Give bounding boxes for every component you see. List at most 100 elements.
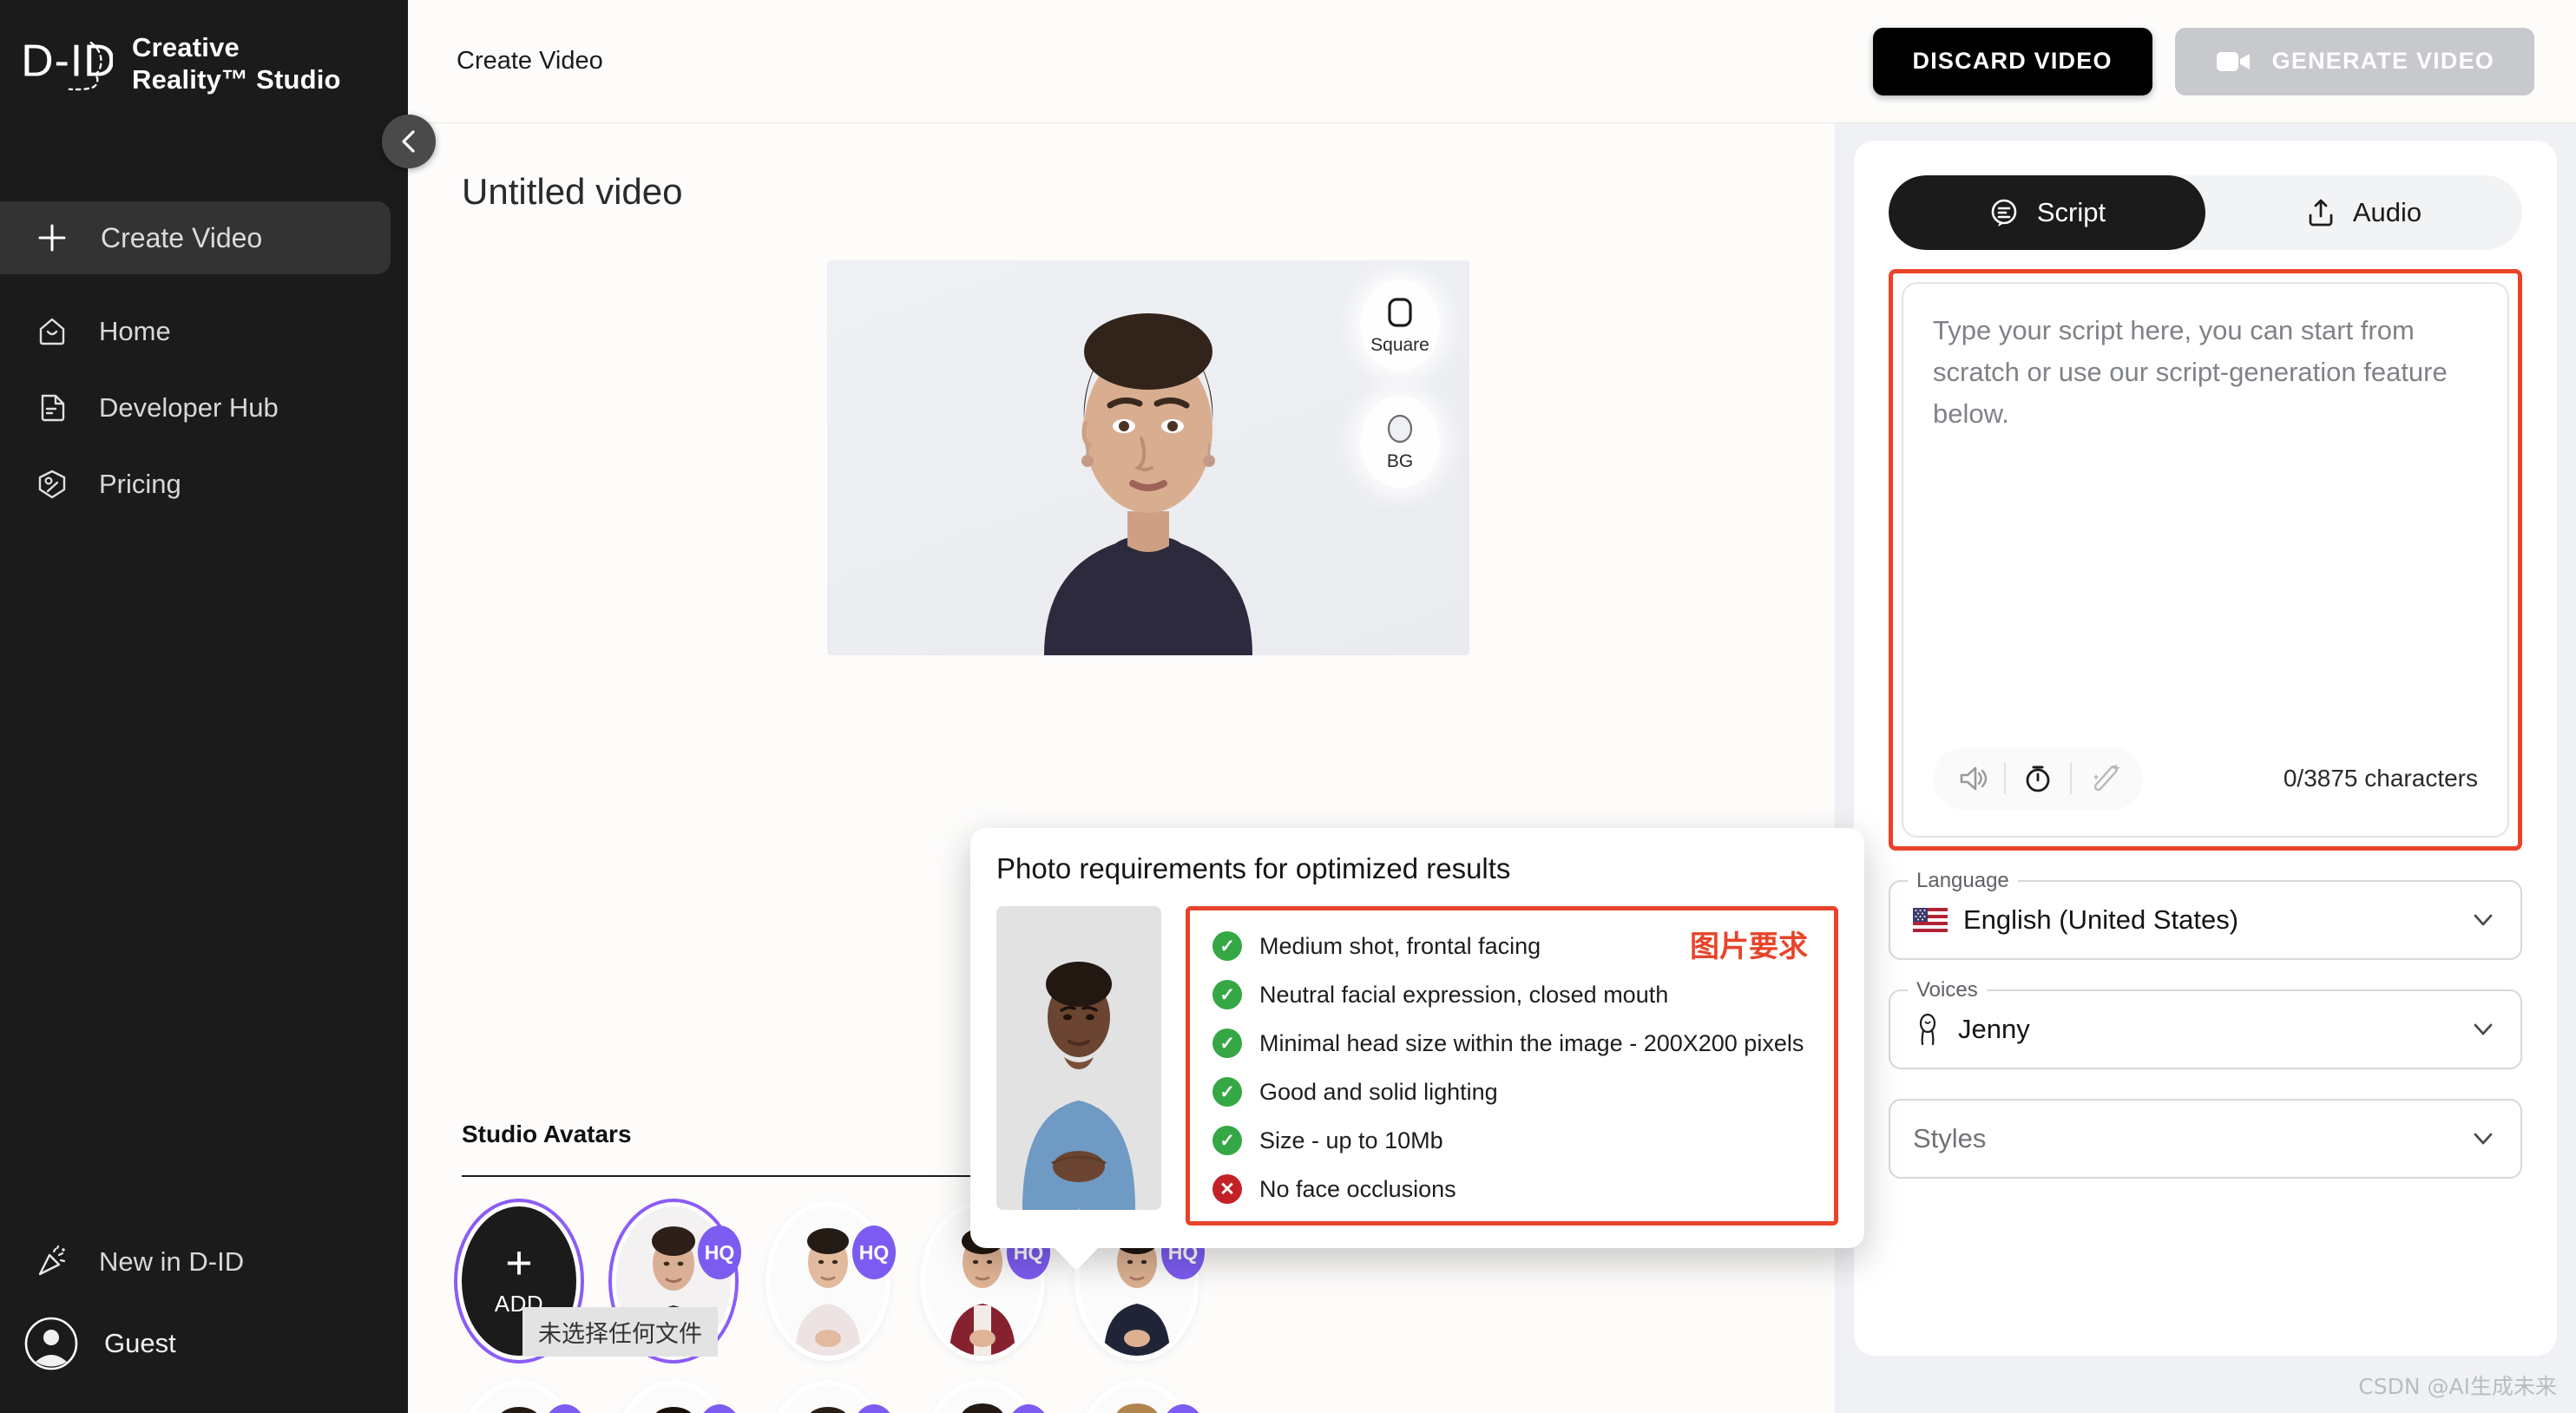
avatar-item[interactable]: HQ bbox=[771, 1385, 885, 1413]
breadcrumb: Create Video bbox=[457, 47, 603, 76]
cross-icon: ✕ bbox=[1212, 1174, 1242, 1204]
language-select[interactable]: Language English (United States) bbox=[1889, 880, 2522, 960]
aspect-ratio-square-button[interactable]: Square bbox=[1360, 279, 1440, 371]
topbar-actions: DISCARD VIDEO GENERATE VIDEO bbox=[1873, 28, 2534, 95]
tab-audio-label: Audio bbox=[2353, 197, 2422, 228]
tab-script-label: Script bbox=[2037, 197, 2106, 228]
did-logo-icon: D-ID bbox=[19, 24, 113, 104]
add-avatar-cell: + ADD 未选择任何文件 bbox=[462, 1206, 576, 1356]
check-icon: ✓ bbox=[1212, 931, 1242, 961]
document-icon bbox=[33, 389, 71, 427]
avatar-tab-studio[interactable]: Studio Avatars bbox=[462, 1121, 632, 1148]
chevron-down-icon bbox=[2468, 1124, 2498, 1153]
sidebar-item-home[interactable]: Home bbox=[0, 293, 408, 370]
sidebar-item-developer-hub[interactable]: Developer Hub bbox=[0, 370, 408, 446]
requirement-item: ✕ No face occlusions bbox=[1212, 1174, 1815, 1204]
stopwatch-icon[interactable] bbox=[2006, 747, 2070, 810]
script-placeholder: Type your script here, you can start fro… bbox=[1933, 310, 2478, 435]
photo-requirements-title: Photo requirements for optimized results bbox=[996, 852, 1838, 885]
avatar-icon bbox=[24, 1317, 78, 1370]
voices-select[interactable]: Voices Jenny bbox=[1889, 989, 2522, 1069]
voices-label: Jenny bbox=[1958, 1014, 2030, 1045]
avatar-item[interactable]: HQ bbox=[1080, 1385, 1194, 1413]
file-upload-tooltip: 未选择任何文件 bbox=[522, 1307, 718, 1357]
confetti-icon bbox=[33, 1243, 71, 1281]
requirement-item: ✓ Size - up to 10Mb bbox=[1212, 1126, 1815, 1155]
content: Untitled video bbox=[408, 123, 2576, 1413]
home-icon bbox=[33, 312, 71, 351]
voices-value: Jenny bbox=[1913, 1013, 2030, 1046]
hq-badge: HQ bbox=[698, 1226, 741, 1279]
check-icon: ✓ bbox=[1212, 1029, 1242, 1058]
sidebar-bottom: New in D-ID Guest bbox=[0, 1224, 408, 1413]
sidebar-item-guest[interactable]: Guest bbox=[0, 1300, 408, 1387]
discard-video-button[interactable]: DISCARD VIDEO bbox=[1873, 28, 2152, 95]
photo-requirements-popover: Photo requirements for optimized results bbox=[970, 828, 1864, 1248]
chat-bubble-icon bbox=[1988, 197, 2020, 228]
preview-side-tools: Square BG bbox=[1360, 279, 1440, 488]
styles-select[interactable]: Styles bbox=[1889, 1099, 2522, 1179]
create-video-button[interactable]: Create Video bbox=[0, 201, 391, 274]
requirement-item: ✓ Minimal head size within the image - 2… bbox=[1212, 1029, 1815, 1058]
script-toolbar bbox=[1933, 747, 2143, 810]
top-bar: Create Video DISCARD VIDEO GENERATE VIDE… bbox=[408, 0, 2576, 123]
brand: D-ID Creative Reality™ Studio bbox=[0, 0, 408, 104]
right-panel: Script Audio Type your script here, you … bbox=[1835, 123, 2576, 1413]
main-area: Create Video DISCARD VIDEO GENERATE VIDE… bbox=[408, 0, 2576, 1413]
sidebar-item-pricing[interactable]: Pricing bbox=[0, 446, 408, 522]
language-label: English (United States) bbox=[1963, 904, 2238, 936]
sidebar-nav: Home Developer Hub Pricing bbox=[0, 293, 408, 522]
photo-requirements-body: 图片要求 ✓ Medium shot, frontal facing ✓ Neu… bbox=[996, 906, 1838, 1226]
script-audio-tabs: Script Audio bbox=[1889, 175, 2522, 250]
character-counter: 0/3875 characters bbox=[2284, 765, 2478, 792]
styles-label: Styles bbox=[1913, 1123, 1986, 1154]
plus-icon: + bbox=[505, 1245, 533, 1282]
canvas-column: Untitled video bbox=[408, 123, 1835, 1413]
circle-icon bbox=[1383, 411, 1417, 446]
collapse-sidebar-button[interactable] bbox=[382, 115, 436, 168]
magic-wand-icon[interactable] bbox=[2072, 747, 2136, 810]
voice-person-icon bbox=[1913, 1013, 1942, 1046]
script-editor[interactable]: Type your script here, you can start fro… bbox=[1902, 282, 2509, 838]
tab-audio[interactable]: Audio bbox=[2205, 175, 2522, 250]
sidebar-item-label: Guest bbox=[104, 1328, 176, 1359]
avatar-row: HQ HQ bbox=[462, 1385, 1800, 1413]
chevron-down-icon bbox=[2468, 905, 2498, 935]
check-icon: ✓ bbox=[1212, 980, 1242, 1009]
video-preview-wrapper: Square BG bbox=[827, 260, 1469, 655]
speaker-icon[interactable] bbox=[1940, 747, 2004, 810]
panel-card: Script Audio Type your script here, you … bbox=[1854, 141, 2557, 1356]
background-label: BG bbox=[1387, 451, 1413, 472]
requirement-text: Good and solid lighting bbox=[1259, 1079, 1498, 1106]
background-button[interactable]: BG bbox=[1360, 396, 1440, 488]
sidebar-item-label: Home bbox=[99, 316, 171, 347]
video-camera-icon bbox=[2215, 48, 2251, 76]
watermark: CSDN @AI生成未来 bbox=[2358, 1370, 2557, 1401]
requirement-text: Size - up to 10Mb bbox=[1259, 1127, 1443, 1154]
video-title[interactable]: Untitled video bbox=[462, 171, 1835, 213]
language-value: English (United States) bbox=[1913, 904, 2238, 936]
brand-title: Creative Reality™ Studio bbox=[132, 32, 349, 95]
requirement-text: No face occlusions bbox=[1259, 1176, 1456, 1203]
avatar-item[interactable]: HQ bbox=[616, 1385, 731, 1413]
annotation-text: 图片要求 bbox=[1690, 923, 1808, 965]
language-legend: Language bbox=[1908, 869, 2018, 893]
tag-icon bbox=[33, 465, 71, 503]
requirement-item: ✓ Neutral facial expression, closed mout… bbox=[1212, 980, 1815, 1009]
sidebar-item-label: Developer Hub bbox=[99, 392, 279, 424]
script-highlight-outline: Type your script here, you can start fro… bbox=[1889, 269, 2522, 851]
generate-video-button[interactable]: GENERATE VIDEO bbox=[2175, 28, 2534, 95]
avatar-item[interactable]: HQ bbox=[771, 1206, 885, 1356]
requirement-text: Medium shot, frontal facing bbox=[1259, 933, 1541, 960]
tab-script[interactable]: Script bbox=[1889, 175, 2205, 250]
chevron-down-icon bbox=[2468, 1015, 2498, 1044]
avatar-item[interactable]: HQ bbox=[925, 1385, 1040, 1413]
us-flag-icon bbox=[1913, 908, 1948, 932]
photo-requirements-list: 图片要求 ✓ Medium shot, frontal facing ✓ Neu… bbox=[1186, 906, 1838, 1226]
sidebar-item-label: Pricing bbox=[99, 469, 181, 500]
sidebar-item-new-in-did[interactable]: New in D-ID bbox=[0, 1224, 408, 1300]
hq-badge: HQ bbox=[852, 1226, 896, 1279]
avatar-item[interactable]: HQ bbox=[462, 1385, 576, 1413]
rounded-square-icon bbox=[1383, 295, 1417, 330]
avatar-tabs: Studio Avatars bbox=[462, 1121, 632, 1148]
